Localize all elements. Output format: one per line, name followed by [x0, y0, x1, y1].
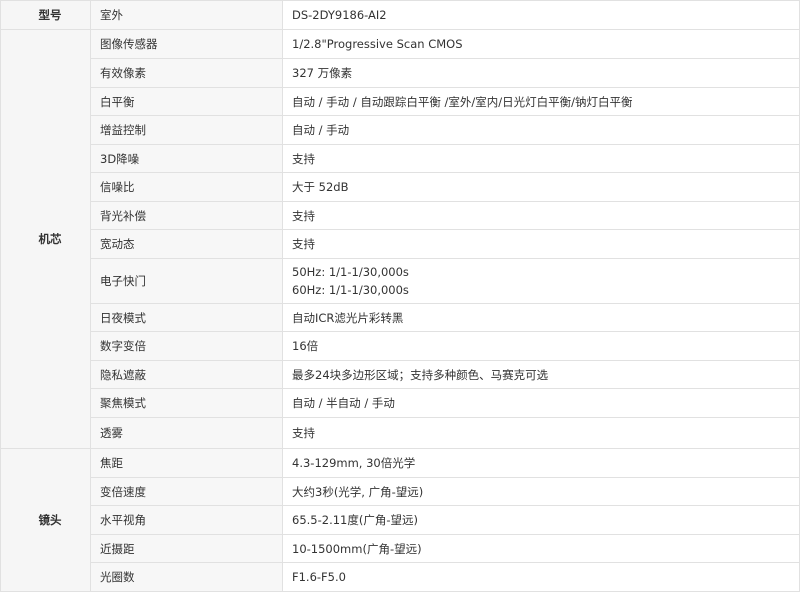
- spec-name: 白平衡: [90, 87, 283, 116]
- spec-name: 信噪比: [90, 172, 283, 202]
- spec-value-line: 50Hz: 1/1-1/30,000s: [292, 265, 409, 279]
- spec-name: 有效像素: [90, 58, 283, 88]
- table-row: 信噪比 大于 52dB: [1, 172, 800, 202]
- spec-value: 最多24块多边形区域；支持多种颜色、马赛克可选: [282, 360, 800, 389]
- table-row: 聚焦模式 自动 / 半自动 / 手动: [1, 388, 800, 418]
- spec-name: 光圈数: [90, 562, 283, 592]
- spec-value: 支持: [282, 201, 800, 230]
- table-row: 光圈数 F1.6-F5.0: [1, 562, 800, 592]
- spec-name: 变倍速度: [90, 477, 283, 506]
- spec-value: 支持: [282, 229, 800, 259]
- table-row: 水平视角 65.5-2.11度(广角-望远): [1, 505, 800, 535]
- spec-value: 10-1500mm(广角-望远): [282, 534, 800, 563]
- table-row: 日夜模式 自动ICR滤光片彩转黑: [1, 303, 800, 332]
- table-row: 变倍速度 大约3秒(光学, 广角-望远): [1, 477, 800, 506]
- spec-value: 支持: [282, 417, 800, 449]
- table-row: 隐私遮蔽 最多24块多边形区域；支持多种颜色、马赛克可选: [1, 360, 800, 389]
- spec-value: 4.3-129mm, 30倍光学: [282, 448, 800, 478]
- spec-value: 自动 / 手动 / 自动跟踪白平衡 /室外/室内/日光灯白平衡/钠灯白平衡: [282, 87, 800, 116]
- spec-value-multiline: 50Hz: 1/1-1/30,000s 60Hz: 1/1-1/30,000s: [282, 258, 800, 304]
- table-row: 数字变倍 16倍: [1, 331, 800, 361]
- spec-name: 电子快门: [90, 258, 283, 304]
- spec-name: 隐私遮蔽: [90, 360, 283, 389]
- model-value: DS-2DY9186-AI2: [282, 0, 800, 30]
- spec-value: 1/2.8"Progressive Scan CMOS: [282, 29, 800, 59]
- table-row: 3D降噪 支持: [1, 144, 800, 173]
- table-row: 镜头 焦距 4.3-129mm, 30倍光学: [0, 448, 800, 592]
- spec-value: 327 万像素: [282, 58, 800, 88]
- spec-value-line: 60Hz: 1/1-1/30,000s: [292, 283, 409, 297]
- spec-value: 自动ICR滤光片彩转黑: [282, 303, 800, 332]
- group-core-label: 机芯: [0, 29, 91, 449]
- model-row: 型号 室外 DS-2DY9186-AI2: [0, 0, 800, 30]
- spec-value: 支持: [282, 144, 800, 173]
- table-row: 电子快门 50Hz: 1/1-1/30,000s 60Hz: 1/1-1/30,…: [1, 258, 800, 304]
- spec-name: 图像传感器: [90, 29, 283, 59]
- spec-name: 宽动态: [90, 229, 283, 259]
- table-row: 近摄距 10-1500mm(广角-望远): [1, 534, 800, 563]
- spec-value: F1.6-F5.0: [282, 562, 800, 592]
- spec-name: 近摄距: [90, 534, 283, 563]
- spec-table: 型号 室外 DS-2DY9186-AI2 机芯 图像传感器 1/2.8"Prog…: [0, 0, 800, 592]
- spec-name: 焦距: [90, 448, 283, 478]
- spec-value: 大约3秒(光学, 广角-望远): [282, 477, 800, 506]
- spec-name: 聚焦模式: [90, 388, 283, 418]
- spec-value: 大于 52dB: [282, 172, 800, 202]
- table-row: 背光补偿 支持: [1, 201, 800, 230]
- table-row: 宽动态 支持: [1, 229, 800, 259]
- spec-value: 16倍: [282, 331, 800, 361]
- model-label: 型号: [0, 0, 91, 30]
- spec-name: 水平视角: [90, 505, 283, 535]
- table-row: 白平衡 自动 / 手动 / 自动跟踪白平衡 /室外/室内/日光灯白平衡/钠灯白平…: [1, 87, 800, 116]
- spec-name: 背光补偿: [90, 201, 283, 230]
- group-lens-label: 镜头: [0, 448, 91, 592]
- spec-value: 自动 / 半自动 / 手动: [282, 388, 800, 418]
- spec-name: 透雾: [90, 417, 283, 449]
- spec-name: 日夜模式: [90, 303, 283, 332]
- table-row: 透雾 支持: [1, 417, 800, 449]
- table-row: 有效像素 327 万像素: [1, 58, 800, 88]
- spec-value: 65.5-2.11度(广角-望远): [282, 505, 800, 535]
- table-row: 增益控制 自动 / 手动: [1, 115, 800, 145]
- model-name: 室外: [90, 0, 283, 30]
- spec-name: 数字变倍: [90, 331, 283, 361]
- table-row: 机芯 图像传感器 1/2.8"Progressive Scan CMOS: [0, 29, 800, 449]
- spec-value: 自动 / 手动: [282, 115, 800, 145]
- spec-name: 增益控制: [90, 115, 283, 145]
- spec-name: 3D降噪: [90, 144, 283, 173]
